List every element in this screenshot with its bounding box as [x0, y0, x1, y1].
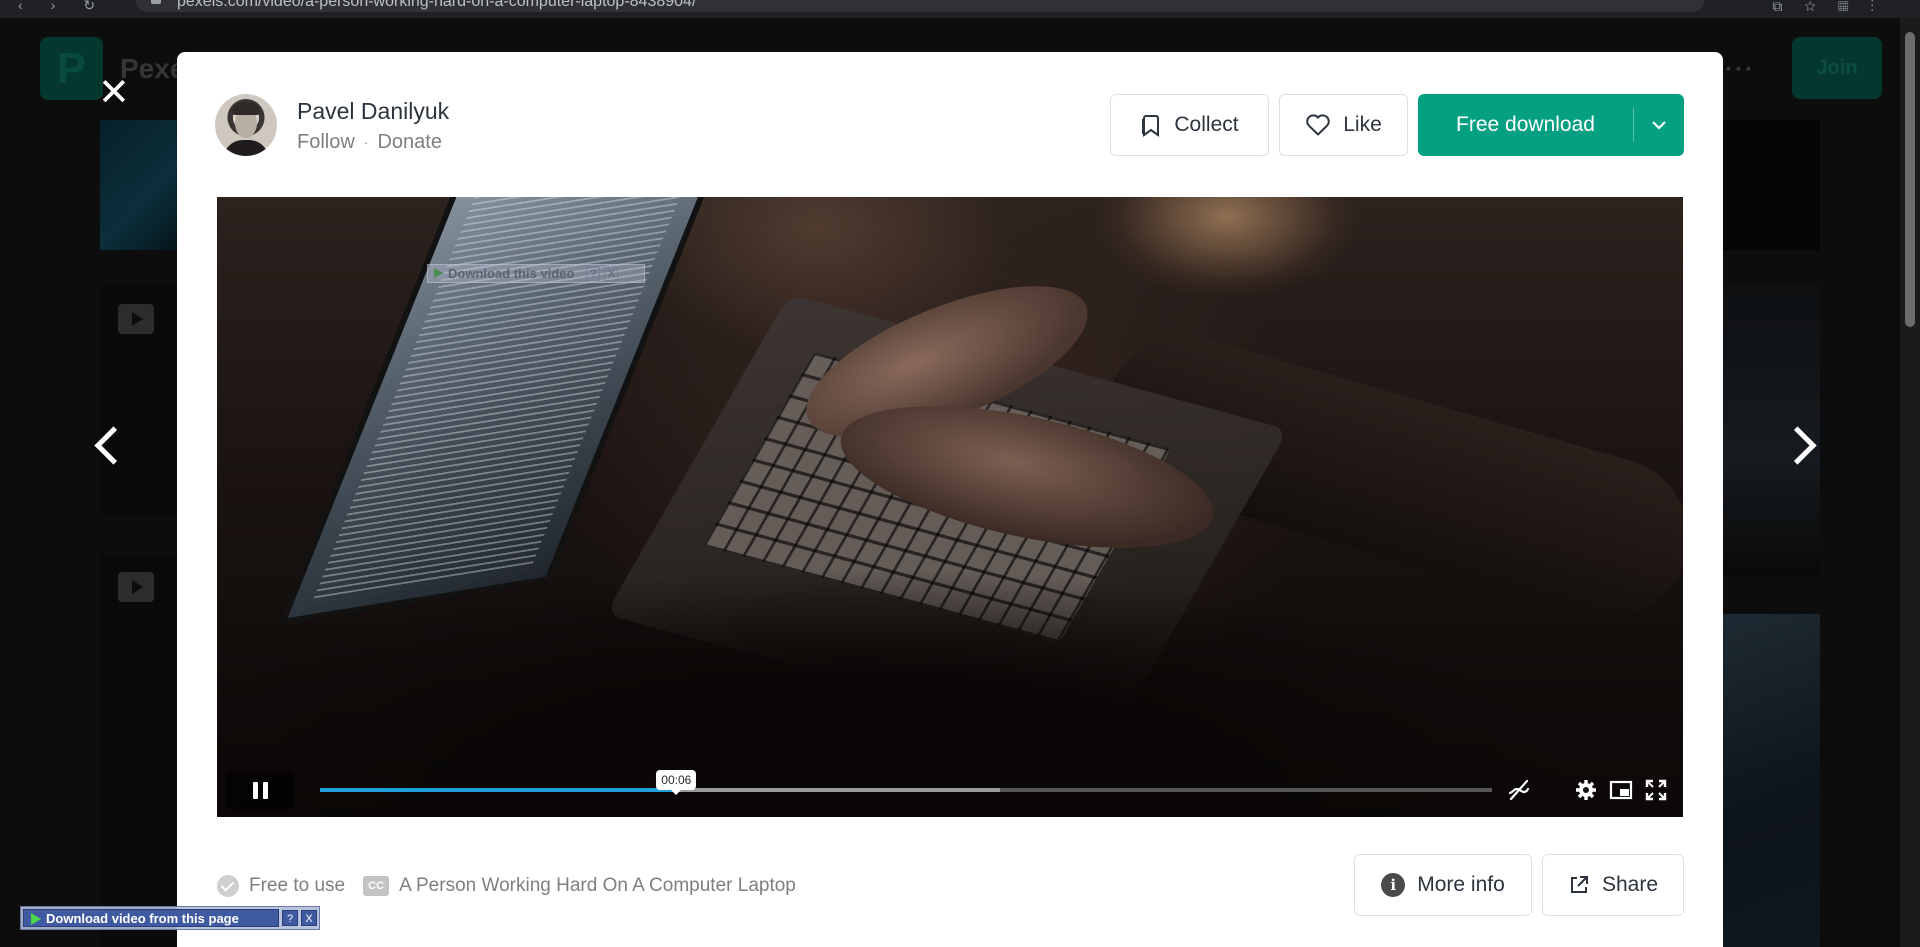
video-badge-icon [118, 572, 154, 602]
video-badge-icon [118, 304, 154, 334]
share-label: Share [1601, 873, 1659, 896]
video-modal: Pavel Danilyuk Follow · Donate Collect L… [177, 52, 1723, 947]
footer-actions: i More info Share [1354, 854, 1684, 916]
lock-icon [151, 0, 161, 4]
browser-extension-icons[interactable]: ⧉☆▦⋮ [1772, 0, 1896, 15]
progress-played [320, 788, 677, 792]
separator-dot: · [363, 134, 369, 150]
info-icon: i [1381, 873, 1406, 897]
background-thumbnail [100, 120, 180, 250]
license-label: Free to use [249, 875, 346, 896]
license-info[interactable]: Free to use [217, 875, 345, 897]
gear-icon[interactable] [1573, 777, 1599, 803]
overlay-close-button[interactable]: X [604, 266, 619, 281]
download-this-video-button[interactable]: Download this video [428, 266, 582, 281]
like-label: Like [1343, 113, 1382, 136]
join-button[interactable]: Join [1792, 37, 1882, 99]
time-tooltip: 00:06 [656, 770, 697, 790]
author-name[interactable]: Pavel Danilyuk [297, 97, 449, 125]
video-frame [217, 197, 1683, 817]
heart-icon [1306, 114, 1330, 136]
pause-icon[interactable] [225, 771, 295, 809]
chevron-left-icon[interactable] [88, 420, 128, 470]
follow-link[interactable]: Follow [297, 131, 355, 154]
mute-icon[interactable] [1506, 777, 1532, 803]
page-download-help-button[interactable]: ? [282, 910, 298, 926]
avatar[interactable] [215, 94, 277, 156]
video-title-info: CC A Person Working Hard On A Computer L… [363, 875, 796, 897]
video-controls: 00:06 [217, 761, 1683, 817]
pip-icon[interactable] [1608, 777, 1634, 803]
page-download-bar: Download video from this page ? X [20, 906, 320, 930]
more-info-label: More info [1417, 873, 1505, 896]
page-scrollbar[interactable] [1900, 18, 1920, 947]
fullscreen-icon[interactable] [1643, 777, 1669, 803]
video-meta: Free to use CC A Person Working Hard On … [217, 875, 814, 897]
background-thumbnail [100, 554, 180, 947]
header-actions: Collect Like Free download [1110, 94, 1684, 156]
more-info-button[interactable]: i More info [1354, 854, 1532, 916]
donate-link[interactable]: Donate [377, 131, 442, 154]
pexels-logo: P [40, 37, 103, 100]
browser-nav-icons[interactable]: ‹›↻ [18, 0, 123, 14]
address-bar[interactable]: pexels.com/video/a-person-working-hard-o… [135, 0, 1705, 12]
bookmark-icon [1142, 115, 1160, 137]
background-thumbnail [1722, 614, 1820, 947]
video-player[interactable]: Download this video ? X 00:06 [217, 197, 1683, 817]
collect-label: Collect [1174, 113, 1239, 136]
download-options-button[interactable] [1634, 94, 1684, 156]
background-thumbnail [1722, 120, 1820, 250]
video-title: A Person Working Hard On A Computer Lapt… [399, 875, 796, 896]
scrollbar-thumb[interactable] [1905, 32, 1915, 327]
more-menu-icon[interactable]: ··· [1725, 56, 1755, 84]
chevron-down-icon [1652, 121, 1666, 130]
download-page-video-button[interactable]: Download video from this page [23, 909, 279, 927]
like-button[interactable]: Like [1279, 94, 1408, 156]
browser-toolbar: ‹›↻ pexels.com/video/a-person-working-ha… [0, 0, 1920, 18]
background-thumbnail [100, 286, 180, 516]
share-button[interactable]: Share [1542, 854, 1684, 916]
collect-button[interactable]: Collect [1110, 94, 1269, 156]
check-circle-icon [217, 875, 239, 897]
cc-icon: CC [363, 876, 390, 896]
close-icon[interactable]: ✕ [98, 74, 130, 112]
video-download-overlay: Download this video ? X [427, 264, 645, 283]
chevron-right-icon[interactable] [1780, 420, 1820, 470]
share-icon [1570, 876, 1588, 893]
page-download-close-button[interactable]: X [301, 910, 317, 926]
author-block: Pavel Danilyuk Follow · Donate [215, 94, 449, 156]
free-download-button-group: Free download [1418, 94, 1684, 156]
overlay-help-button[interactable]: ? [586, 266, 601, 281]
free-download-button[interactable]: Free download [1418, 94, 1633, 156]
progress-bar[interactable]: 00:06 [320, 770, 1492, 792]
address-url[interactable]: pexels.com/video/a-person-working-hard-o… [177, 0, 696, 11]
